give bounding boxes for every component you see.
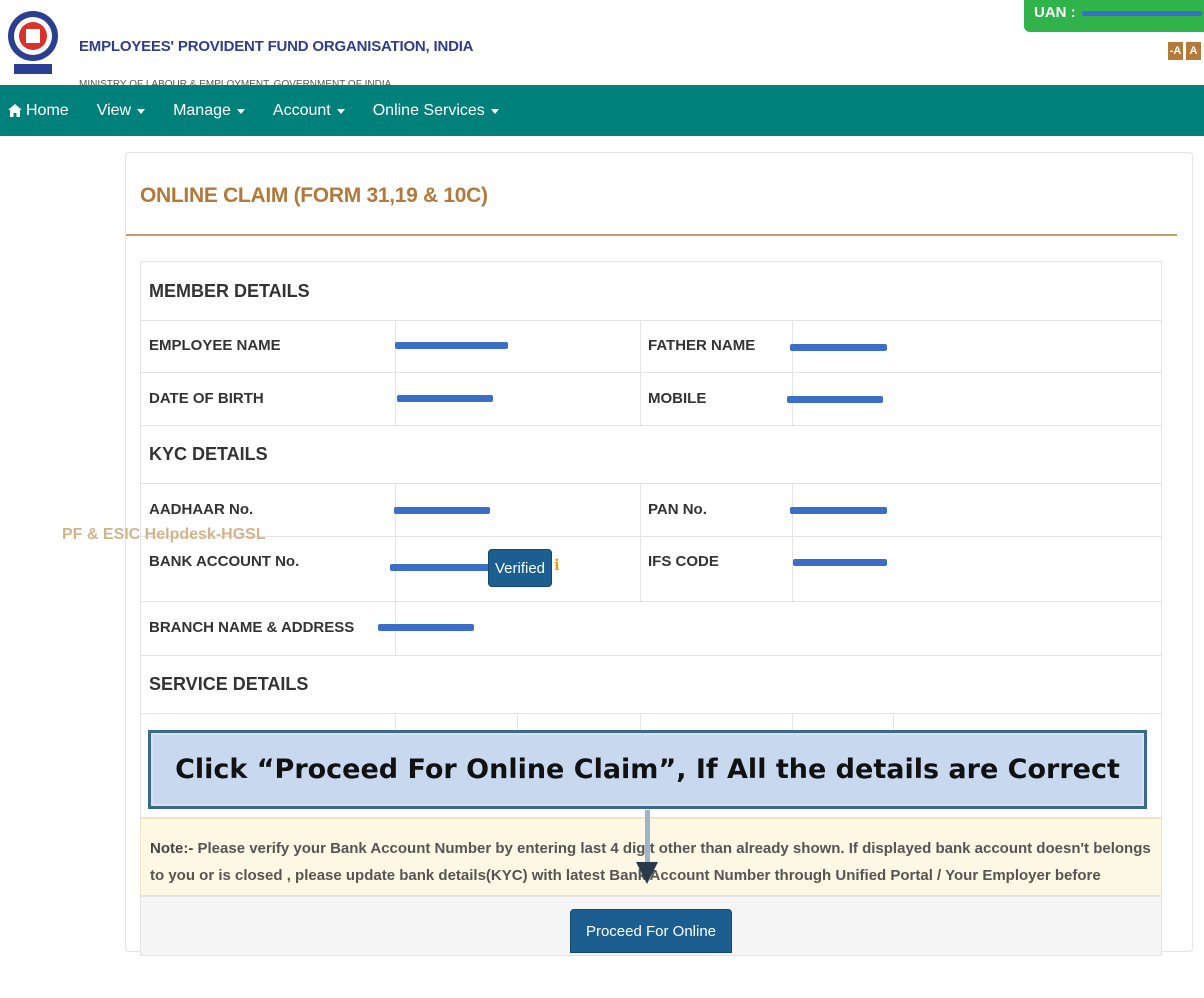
font-decrease-button[interactable]: -A	[1168, 42, 1183, 60]
pan-redaction	[790, 507, 887, 514]
bank-account-label: BANK ACCOUNT No.	[149, 553, 300, 570]
nav-view-label: View	[96, 101, 132, 119]
nav-view[interactable]: View	[96, 101, 146, 120]
member-details-heading: MEMBER DETAILS	[149, 281, 310, 301]
caret-down-icon	[236, 109, 245, 114]
ifs-code-redaction	[793, 559, 887, 566]
nav-manage-label: Manage	[173, 101, 231, 119]
column-divider	[792, 320, 793, 425]
arrow-down-icon	[636, 862, 658, 884]
ifs-code-label: IFS CODE	[648, 553, 719, 570]
nav-home[interactable]: Home	[8, 102, 69, 120]
org-title: EMPLOYEES' PROVIDENT FUND ORGANISATION, …	[79, 38, 474, 55]
note-box: Note:- Please verify your Bank Account N…	[140, 818, 1162, 911]
employee-name-label: EMPLOYEE NAME	[149, 337, 281, 354]
employee-name-redaction	[395, 342, 508, 349]
caret-down-icon	[490, 109, 499, 114]
bank-account-redaction	[390, 564, 490, 571]
column-divider	[640, 320, 641, 425]
proceed-online-claim-button[interactable]: Proceed For Online Claim	[570, 909, 732, 984]
father-name-redaction	[790, 344, 887, 351]
dob-label: DATE OF BIRTH	[149, 390, 264, 407]
nav-manage[interactable]: Manage	[173, 102, 245, 120]
mobile-label: MOBILE	[648, 390, 707, 407]
info-icon[interactable]: i	[554, 556, 560, 574]
page-title: ONLINE CLAIM (FORM 31,19 & 10C)	[140, 184, 488, 207]
caret-down-icon	[137, 109, 146, 114]
verified-badge: Verified	[488, 549, 552, 587]
nav-online-services-label: Online Services	[372, 101, 485, 119]
kyc-details-heading: KYC DETAILS	[149, 444, 268, 464]
pan-label: PAN No.	[648, 501, 707, 518]
nav-account-label: Account	[272, 101, 331, 119]
callout-arrow	[645, 810, 650, 870]
column-divider	[395, 320, 396, 425]
service-details-heading: SERVICE DETAILS	[149, 674, 309, 694]
font-size-controls: -A A	[1168, 42, 1201, 60]
column-divider	[792, 483, 793, 601]
main-navbar: Home View Manage Account Online Services	[0, 85, 1204, 136]
column-divider	[640, 483, 641, 601]
nav-online-services[interactable]: Online Services	[373, 102, 499, 120]
instruction-callout: Click “Proceed For Online Claim”, If All…	[148, 730, 1147, 809]
uan-label: UAN :	[1034, 4, 1076, 21]
font-normal-button[interactable]: A	[1186, 42, 1201, 60]
title-divider	[126, 234, 1177, 236]
nav-home-label: Home	[26, 101, 69, 119]
note-prefix: Note:-	[150, 840, 194, 857]
home-icon	[8, 104, 22, 117]
uan-badge: UAN :	[1024, 0, 1204, 32]
aadhaar-redaction	[394, 507, 490, 514]
branch-redaction	[378, 624, 474, 631]
epfo-logo	[8, 11, 58, 74]
branch-label: BRANCH NAME & ADDRESS	[149, 619, 355, 636]
father-name-label: FATHER NAME	[648, 337, 756, 354]
kyc-details-row	[140, 425, 1162, 483]
caret-down-icon	[336, 109, 345, 114]
nav-account[interactable]: Account	[273, 102, 345, 120]
mobile-redaction	[787, 396, 883, 403]
aadhaar-label: AADHAAR No.	[149, 501, 254, 518]
watermark-text: PF & ESIC Helpdesk-HGSL	[62, 526, 266, 543]
uan-redaction	[1081, 10, 1202, 16]
dob-redaction	[397, 395, 493, 402]
